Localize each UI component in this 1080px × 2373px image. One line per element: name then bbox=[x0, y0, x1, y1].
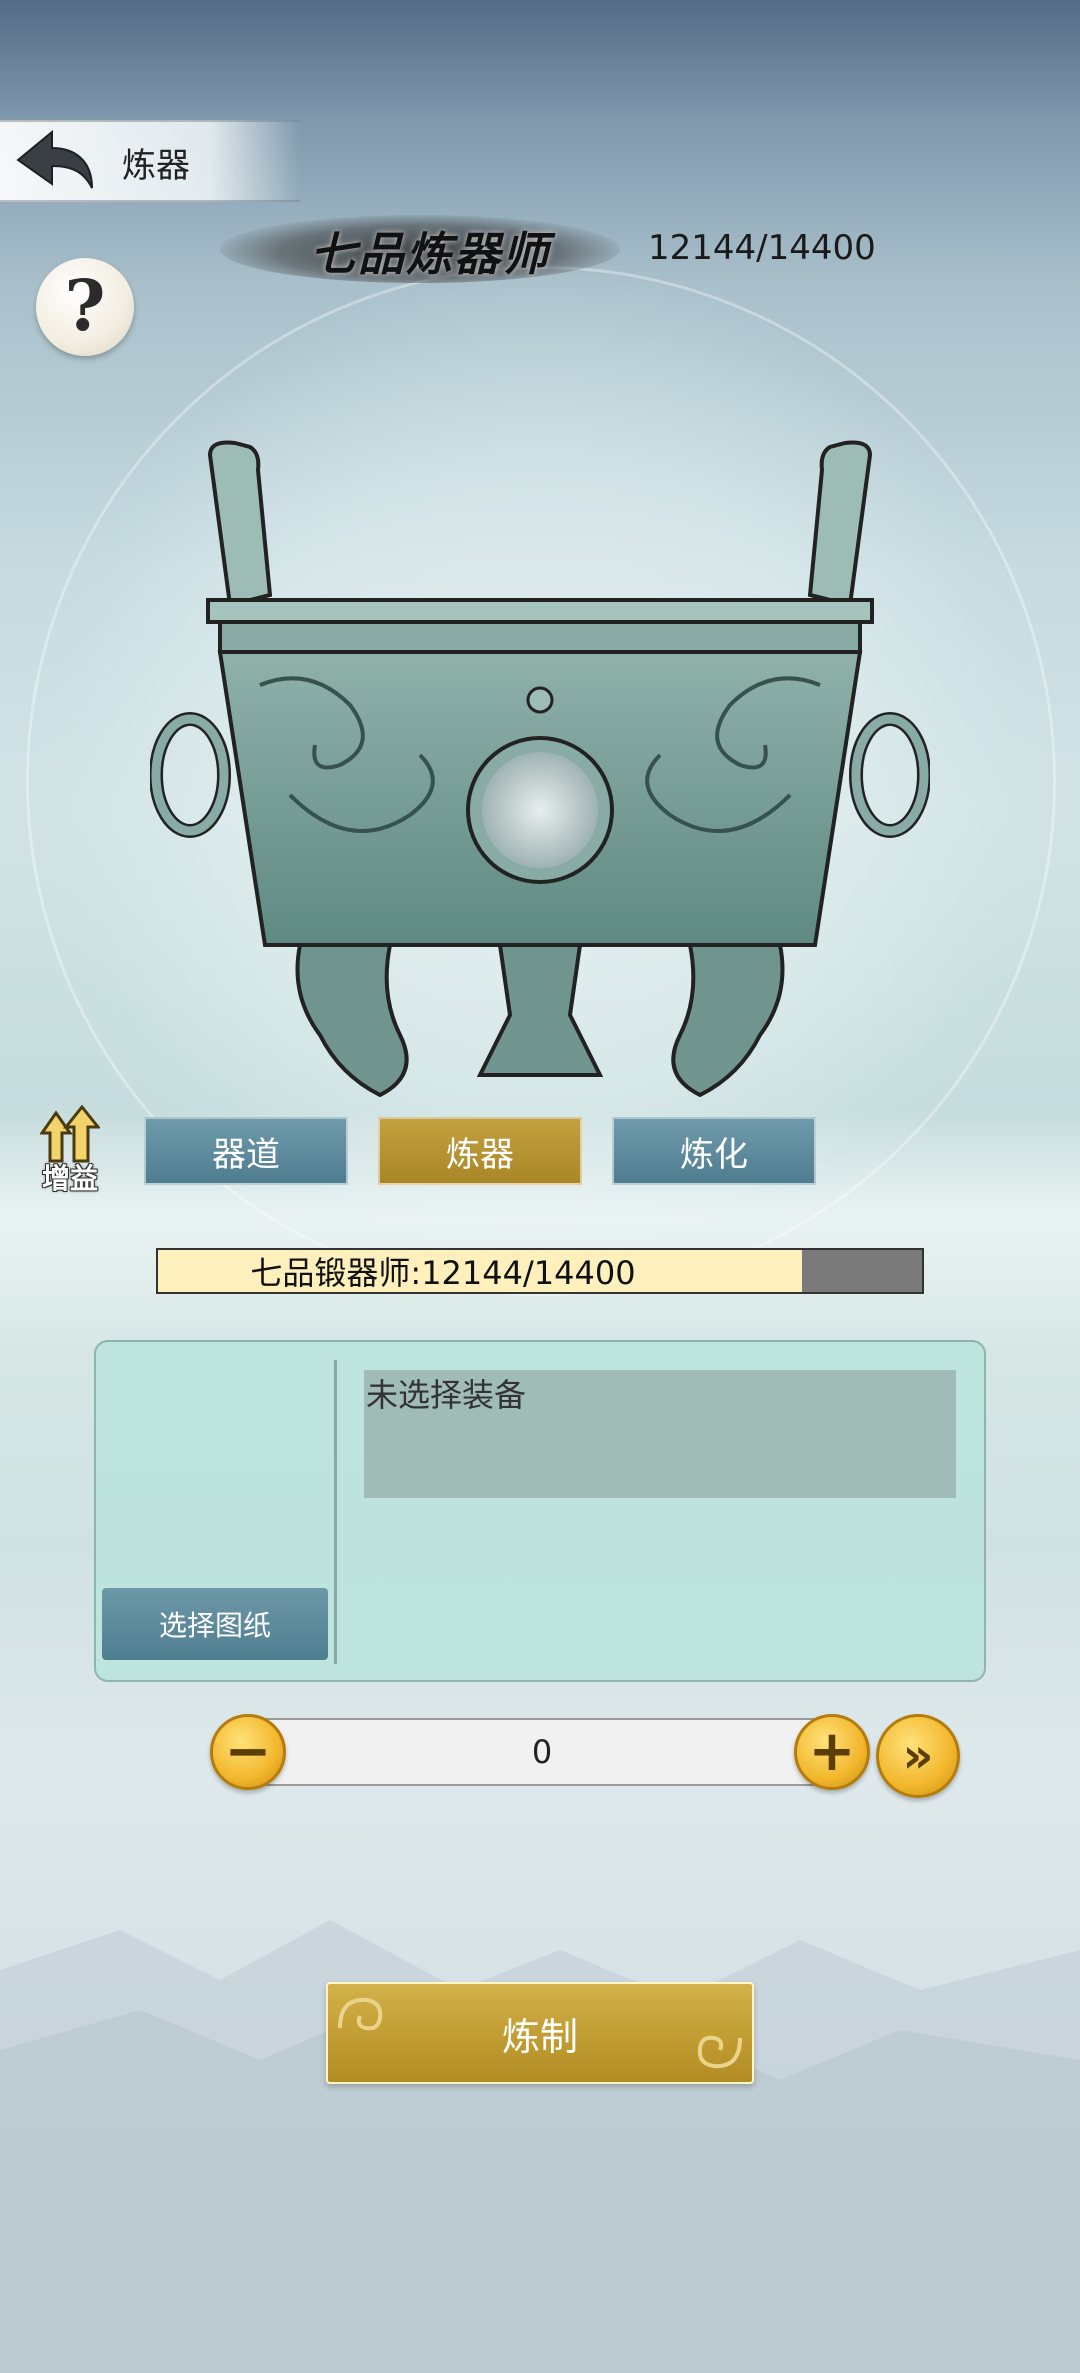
minus-icon: − bbox=[224, 1719, 272, 1784]
rank-title: 七品炼器师 bbox=[310, 227, 550, 281]
crafting-panel: 选择图纸 未选择装备 bbox=[94, 1340, 986, 1682]
select-blueprint-label: 选择图纸 bbox=[158, 1609, 271, 1642]
increase-button[interactable]: + bbox=[794, 1714, 870, 1790]
tab-label: 炼器 bbox=[446, 1134, 514, 1175]
buff-up-arrows-icon bbox=[40, 1105, 100, 1163]
tab-lianhua[interactable]: 炼化 bbox=[612, 1117, 816, 1185]
plus-icon: + bbox=[808, 1719, 856, 1784]
rank-progress: 12144/14400 bbox=[648, 228, 876, 268]
page-title: 炼器 bbox=[122, 146, 190, 186]
rank-progress-bar: 七品锻器师:12144/14400 bbox=[156, 1248, 924, 1294]
equipment-status-text: 未选择装备 bbox=[366, 1376, 527, 1414]
select-blueprint-button[interactable]: 选择图纸 bbox=[102, 1588, 328, 1660]
background-mountains bbox=[0, 1920, 1080, 2373]
cloud-swirl-decoration bbox=[338, 1997, 383, 2031]
progress-text: 七品锻器师:12144/14400 bbox=[250, 1254, 636, 1292]
panel-divider bbox=[334, 1360, 337, 1664]
equipment-display: 未选择装备 bbox=[364, 1370, 956, 1498]
double-chevron-right-icon: » bbox=[902, 1728, 934, 1784]
max-quantity-button[interactable]: » bbox=[876, 1714, 960, 1798]
craft-button[interactable]: 炼制 bbox=[326, 1982, 754, 2084]
tab-label: 炼化 bbox=[680, 1134, 748, 1175]
cloud-swirl-decoration bbox=[697, 2035, 742, 2069]
tab-label: 器道 bbox=[212, 1134, 280, 1175]
back-arrow-icon[interactable] bbox=[12, 126, 96, 196]
header-bar: 炼器 bbox=[0, 120, 300, 202]
question-mark-icon: ? bbox=[64, 264, 106, 347]
tab-qidao[interactable]: 器道 bbox=[144, 1117, 348, 1185]
bronze-cauldron-illustration bbox=[150, 440, 930, 1098]
buff-button[interactable]: 增益 bbox=[30, 1105, 110, 1197]
craft-label: 炼制 bbox=[501, 2014, 578, 2059]
help-button[interactable]: ? bbox=[36, 258, 134, 356]
buff-label: 增益 bbox=[41, 1162, 98, 1195]
tab-lianqi[interactable]: 炼器 bbox=[378, 1117, 582, 1185]
quantity-stepper: 0 bbox=[252, 1718, 832, 1786]
quantity-value[interactable]: 0 bbox=[254, 1720, 830, 1784]
decrease-button[interactable]: − bbox=[210, 1714, 286, 1790]
